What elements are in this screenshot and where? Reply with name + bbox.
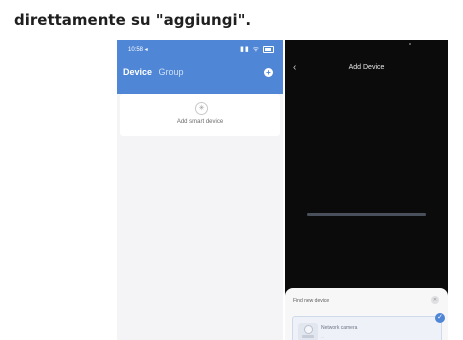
- app-header: 10:58 ◂ ▮▮ ᯤ Device Group +: [117, 40, 283, 94]
- checkmark-icon[interactable]: ✓: [435, 313, 445, 323]
- status-time: 10:58 ◂: [128, 47, 148, 53]
- add-smart-device-card[interactable]: ✳ Add smart device: [120, 94, 280, 136]
- instruction-caption: direttamente su "aggiungi".: [14, 11, 252, 29]
- tab-bar: Device Group: [123, 67, 188, 77]
- add-device-icon: ✳: [195, 102, 208, 115]
- add-button[interactable]: +: [264, 68, 273, 77]
- page-title: Add Device: [348, 64, 385, 71]
- tab-group[interactable]: Group: [159, 67, 184, 77]
- camera-icon: [298, 323, 318, 340]
- found-device-card[interactable]: Network camera ... ✓: [292, 313, 445, 340]
- add-device-screen: ‹ Add Device Find new device ✕ Network c…: [285, 40, 448, 340]
- found-device-subtitle: ...: [321, 334, 325, 339]
- status-dot: [409, 43, 411, 45]
- scan-progress-fill: [307, 213, 426, 216]
- status-bar: 10:58 ◂ ▮▮ ᯤ: [117, 44, 283, 56]
- add-smart-device-label: Add smart device: [176, 119, 224, 125]
- scan-progress-bar: [307, 213, 426, 216]
- battery-icon: [263, 45, 274, 53]
- tab-device[interactable]: Device: [123, 67, 152, 77]
- signal-wifi-icon: ▮▮ ᯤ: [240, 46, 261, 53]
- status-icons: ▮▮ ᯤ: [240, 45, 274, 54]
- device-list-screen: 10:58 ◂ ▮▮ ᯤ Device Group + ✳ Add smart …: [117, 40, 283, 340]
- found-device-name: Network camera: [321, 325, 358, 331]
- find-device-sheet: Find new device ✕ Network camera ... ✓: [285, 288, 448, 340]
- close-icon[interactable]: ✕: [431, 296, 439, 304]
- sheet-title: Find new device: [293, 298, 330, 304]
